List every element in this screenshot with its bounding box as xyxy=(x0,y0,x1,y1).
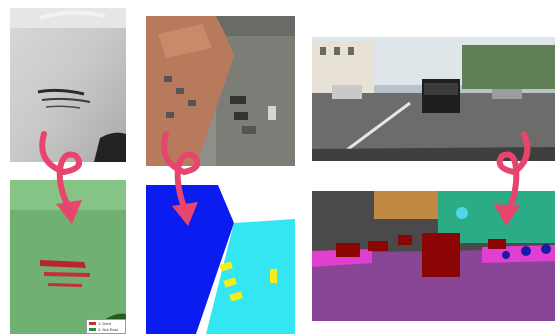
aerial-building-photo xyxy=(146,16,295,166)
legend-label: 1: Dent xyxy=(98,321,111,326)
legend-swatch xyxy=(89,322,96,325)
legend-item: 2: Not Rust xyxy=(89,327,123,332)
class-legend: 1: Dent 2: Not Rust xyxy=(86,319,126,334)
legend-swatch xyxy=(89,328,96,331)
legend-label: 2: Not Rust xyxy=(98,327,119,332)
street-scene-segmentation xyxy=(312,191,555,321)
aerial-building-segmentation xyxy=(146,185,295,334)
legend-item: 1: Dent xyxy=(89,321,123,326)
street-scene-photo xyxy=(312,37,555,161)
car-scratch-segmentation xyxy=(10,180,126,334)
car-scratch-photo xyxy=(10,8,126,162)
